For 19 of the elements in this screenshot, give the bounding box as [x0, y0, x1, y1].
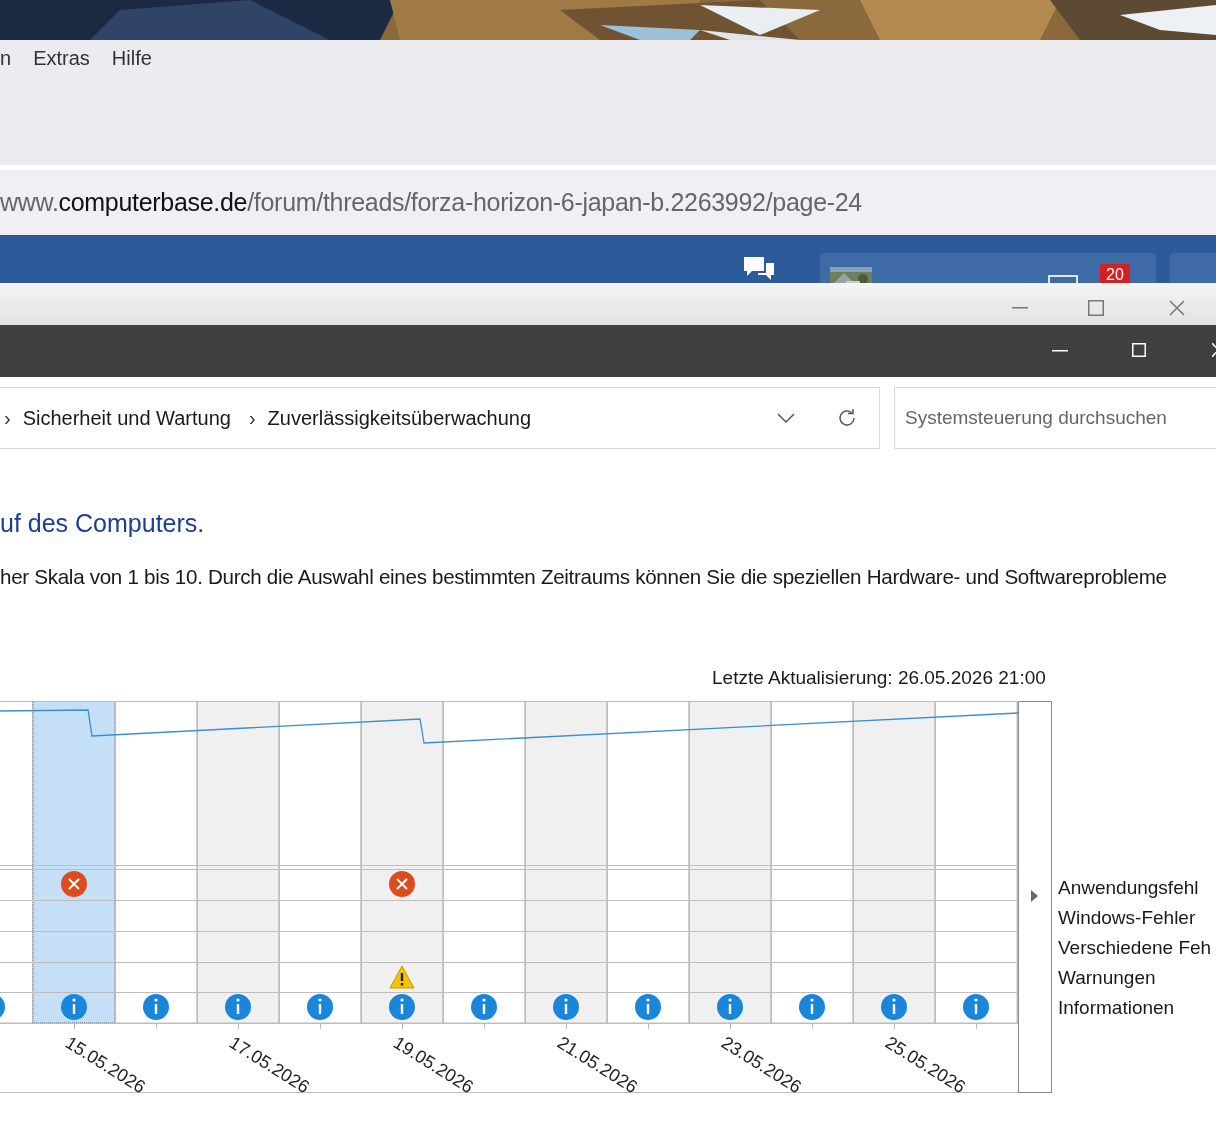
user-panel[interactable]: 20: [820, 253, 1156, 283]
last-update-text: Letzte Aktualisierung: 26.05.2026 21:00: [712, 667, 1047, 689]
page-heading: uf des Computers.: [0, 509, 206, 539]
notification-badge: 20: [1100, 264, 1130, 283]
breadcrumb-separator: ›: [4, 406, 11, 430]
legend-label: Verschiedene Feh: [1058, 936, 1212, 960]
breadcrumb-item[interactable]: Zuverlässigkeitsüberwachung: [267, 406, 532, 430]
legend-label: Informationen: [1058, 996, 1176, 1020]
search-field[interactable]: Systemsteuerung durchsuchen: [894, 387, 1216, 449]
legend-label: Anwendungsfehl: [1058, 876, 1200, 900]
legend-label: Warnungen: [1058, 966, 1157, 990]
menu-item[interactable]: Extras: [33, 47, 90, 70]
menu-item[interactable]: Hilfe: [111, 47, 152, 70]
breadcrumb-separator: ›: [248, 406, 256, 430]
address-field[interactable]: www.computerbase.de/forum/threads/forza-horizon-6-japan-b.2263992/page-24: [0, 170, 1216, 235]
legend-label: Windows-Fehler: [1058, 906, 1197, 930]
menu-item[interactable]: n: [0, 47, 12, 70]
description-text: her Skala von 1 bis 10. Durch die Auswahl eines bestimmten Zeitraums können Sie die speziellen Hardware- und Softwareprobleme: [0, 565, 1168, 589]
breadcrumb-item[interactable]: Sicherheit und Wartung: [22, 406, 231, 430]
